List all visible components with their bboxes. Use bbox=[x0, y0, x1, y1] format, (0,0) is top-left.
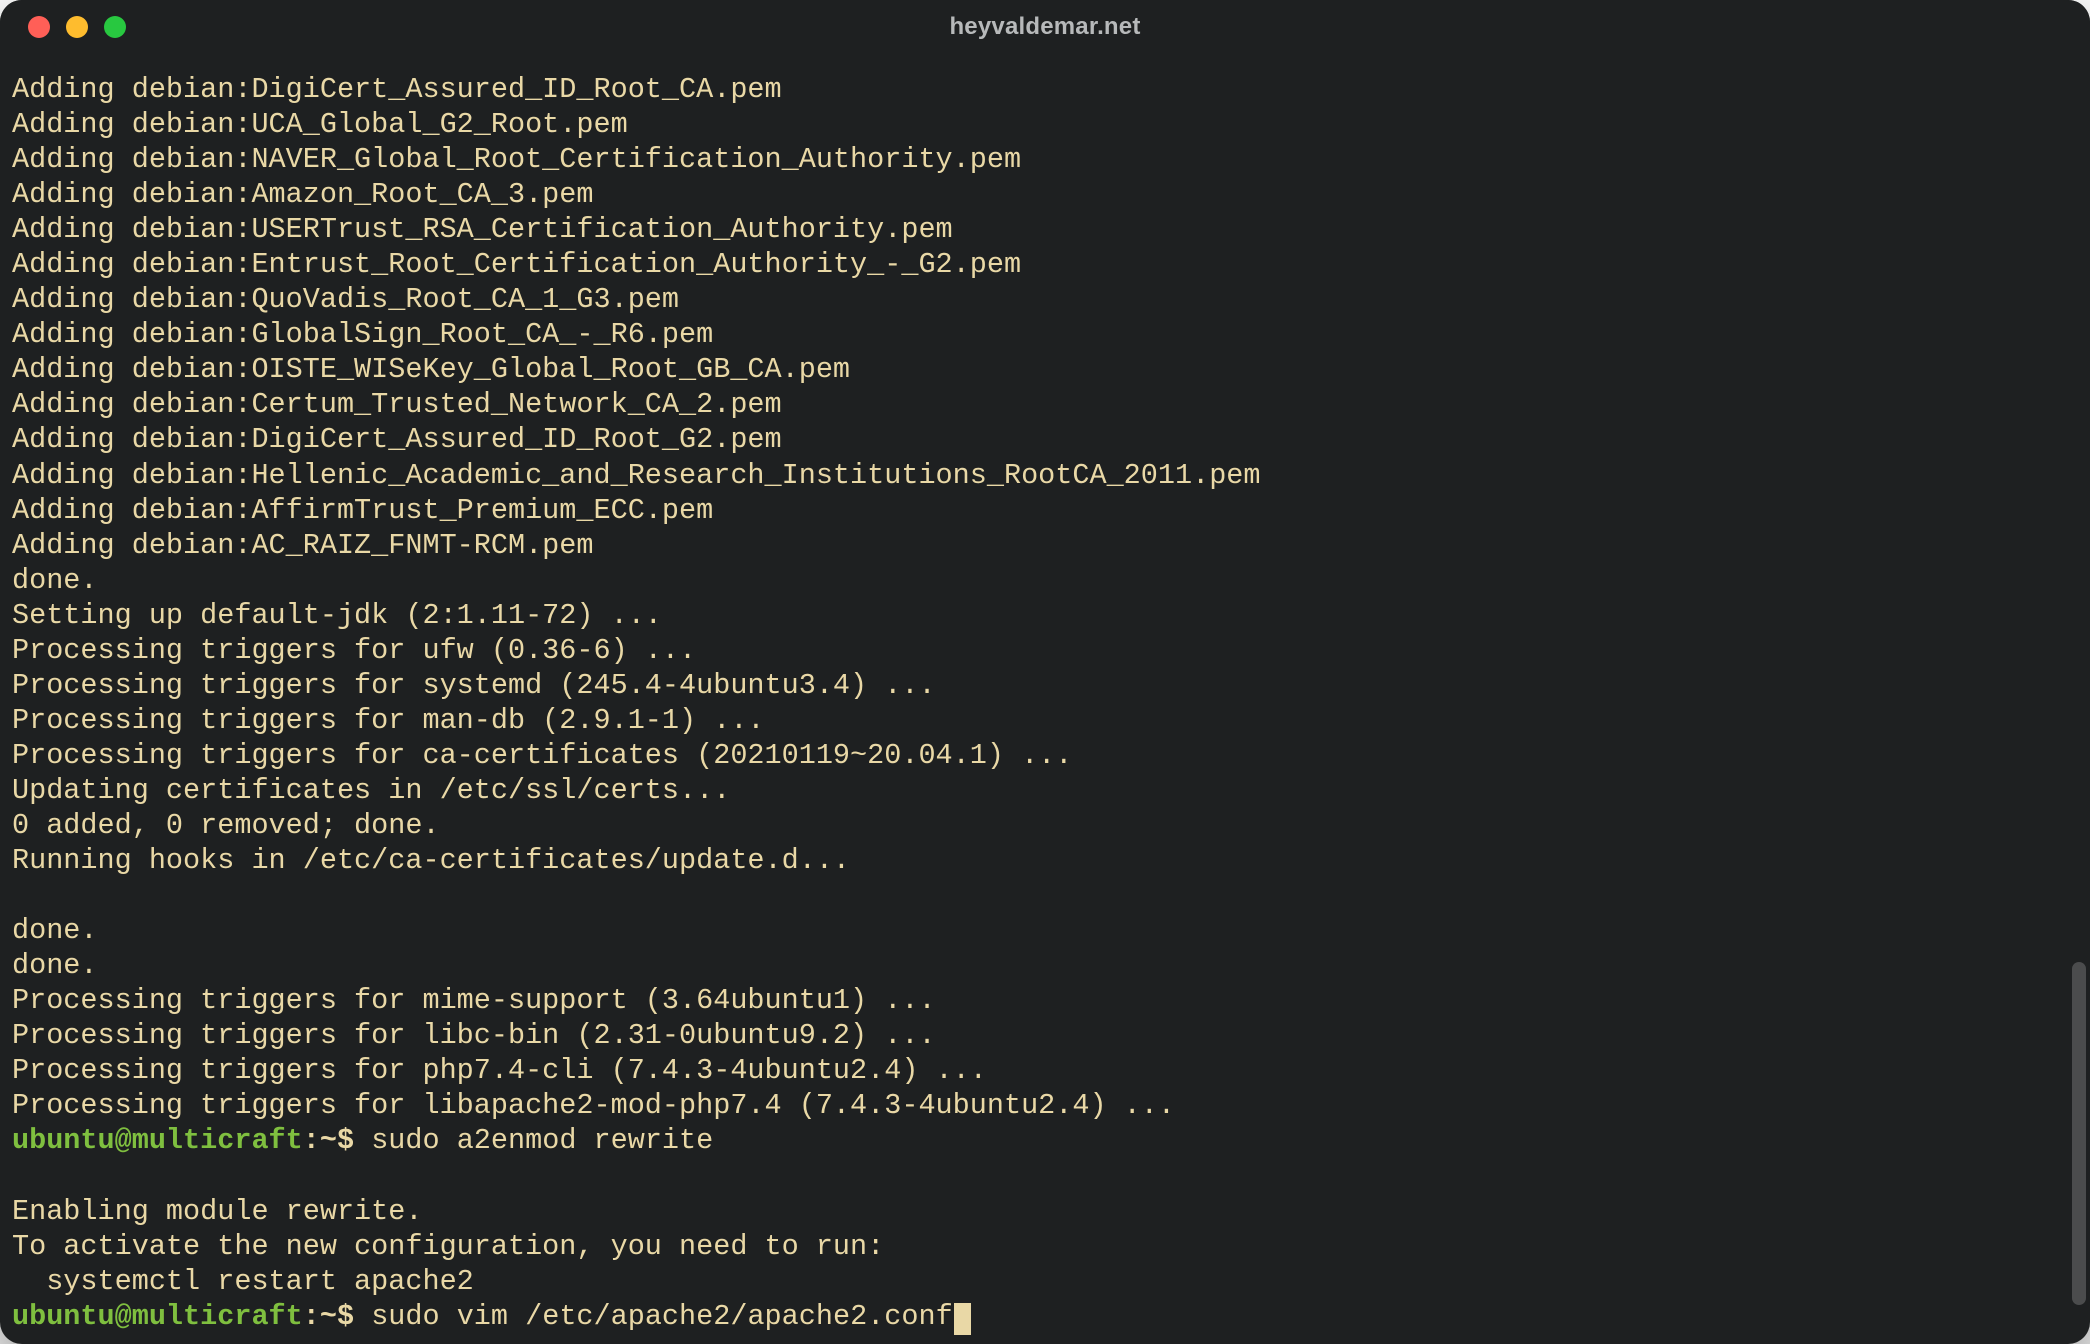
prompt-line-1: ubuntu@multicraft:~$ sudo a2enmod rewrit… bbox=[12, 1123, 2078, 1158]
prompt-user: ubuntu@multicraft bbox=[12, 1300, 303, 1333]
window-controls bbox=[28, 16, 126, 38]
command-text: sudo vim /etc/apache2/apache2.conf bbox=[371, 1300, 953, 1333]
prompt-path: ~ bbox=[320, 1300, 337, 1333]
terminal-window: heyvaldemar.net Adding debian:DigiCert_A… bbox=[0, 0, 2090, 1344]
prompt-symbol: $ bbox=[337, 1300, 371, 1333]
window-title: heyvaldemar.net bbox=[949, 13, 1140, 41]
prompt-separator: : bbox=[303, 1124, 320, 1157]
terminal-output[interactable]: Adding debian:DigiCert_Assured_ID_Root_C… bbox=[0, 54, 2090, 1344]
prompt-path: ~ bbox=[320, 1124, 337, 1157]
prompt-user: ubuntu@multicraft bbox=[12, 1124, 303, 1157]
scrollbar-track[interactable] bbox=[2070, 60, 2086, 1330]
title-bar: heyvaldemar.net bbox=[0, 0, 2090, 54]
cursor bbox=[954, 1303, 971, 1335]
command-text: sudo a2enmod rewrite bbox=[371, 1124, 713, 1157]
minimize-icon[interactable] bbox=[66, 16, 88, 38]
close-icon[interactable] bbox=[28, 16, 50, 38]
maximize-icon[interactable] bbox=[104, 16, 126, 38]
stdout-lines-2: Enabling module rewrite. To activate the… bbox=[12, 1195, 884, 1298]
prompt-symbol: $ bbox=[337, 1124, 371, 1157]
stdout-lines: Adding debian:DigiCert_Assured_ID_Root_C… bbox=[12, 73, 1261, 1122]
prompt-separator: : bbox=[303, 1300, 320, 1333]
scrollbar-thumb[interactable] bbox=[2072, 962, 2086, 1305]
prompt-line-2: ubuntu@multicraft:~$ sudo vim /etc/apach… bbox=[12, 1299, 2078, 1334]
